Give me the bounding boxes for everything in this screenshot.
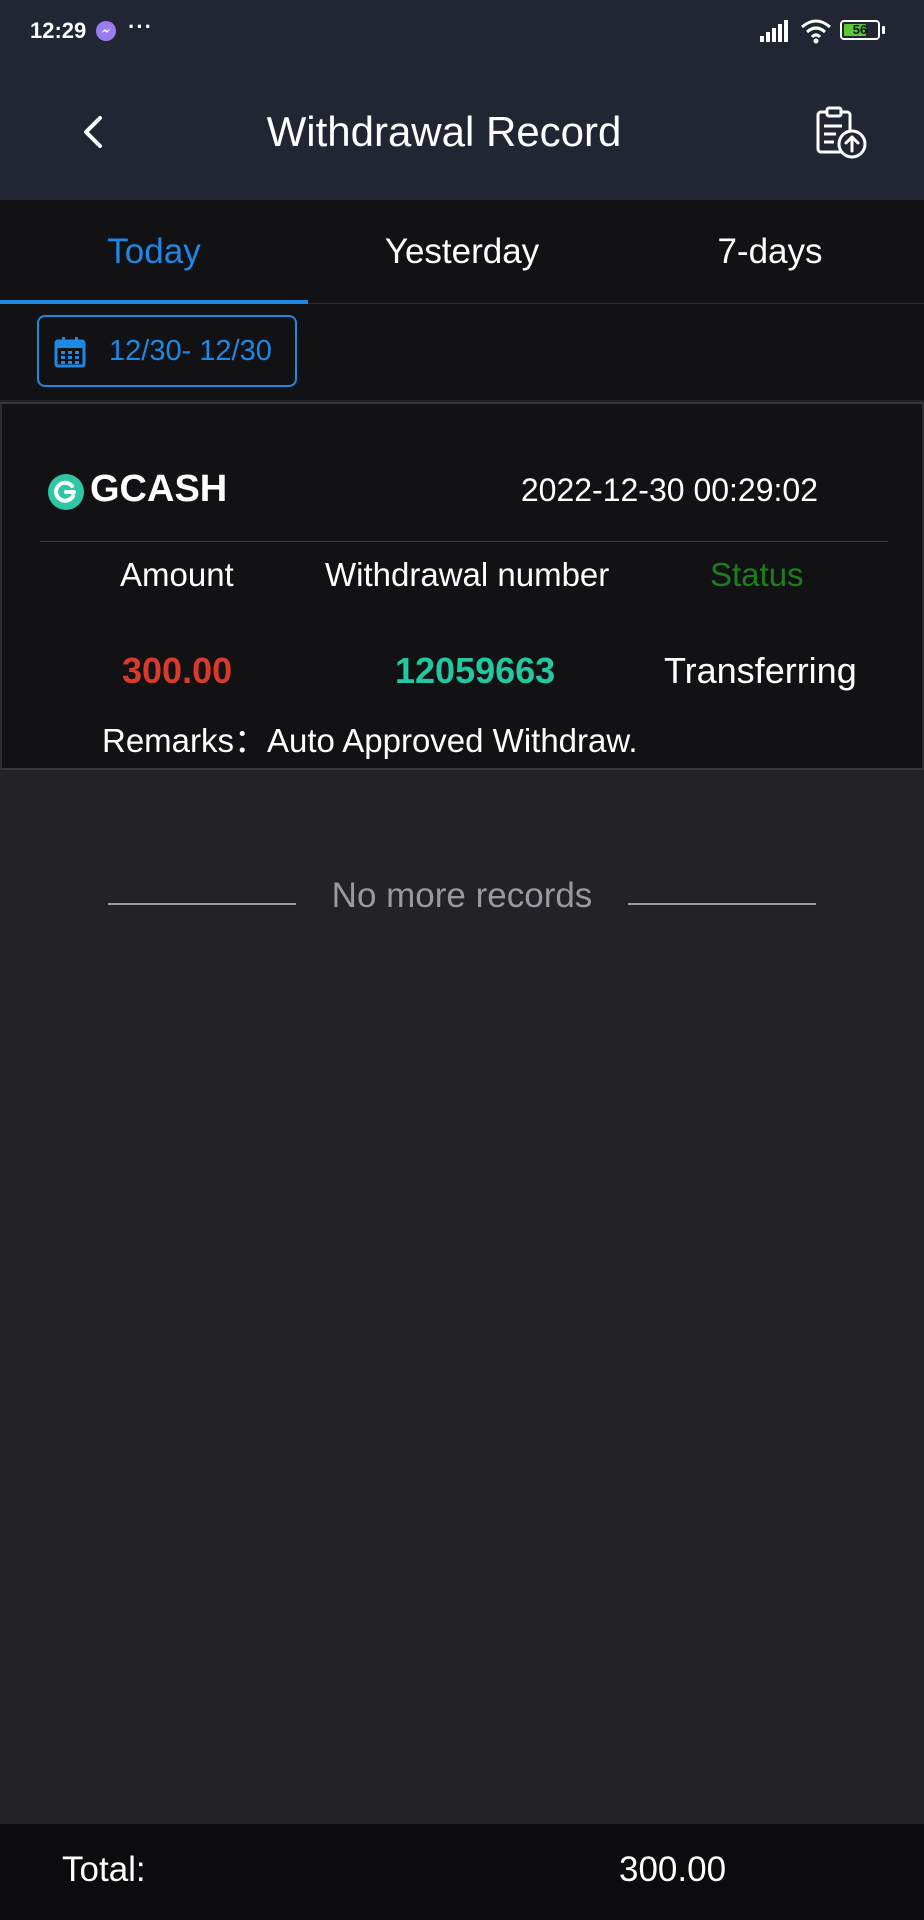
signal-icon	[760, 20, 790, 47]
messenger-icon	[96, 21, 116, 41]
app-header: Withdrawal Record	[0, 64, 924, 200]
amount-header: Amount	[120, 556, 234, 593]
date-tabs: Today Yesterday 7-days	[0, 200, 924, 304]
divider	[40, 541, 888, 542]
divider-right	[628, 903, 816, 905]
total-value: 300.00	[619, 1850, 727, 1889]
page-title: Withdrawal Record	[266, 108, 622, 155]
tab-yesterday[interactable]: Yesterday	[308, 200, 616, 304]
no-more-records: No more records	[0, 876, 924, 926]
tab-today[interactable]: Today	[0, 200, 308, 304]
date-filter-row: 12/30- 12/30	[0, 304, 924, 400]
battery-icon: 56	[840, 20, 880, 40]
export-record-button[interactable]	[812, 104, 870, 162]
remarks: Remarks：Auto Approved Withdraw.	[102, 722, 638, 759]
more-notifications-icon: ···	[128, 14, 153, 39]
wifi-icon	[800, 18, 832, 49]
clipboard-upload-icon	[816, 106, 867, 159]
amount-value: 300.00	[122, 650, 233, 691]
battery-level: 56	[852, 22, 868, 37]
date-range-button[interactable]: 12/30- 12/30	[37, 315, 297, 387]
date-range-label: 12/30- 12/30	[109, 335, 272, 367]
total-footer: Total: 300.00	[0, 1824, 924, 1920]
no-more-records-label: No more records	[331, 876, 593, 915]
status-bar: 12:29 ··· 56	[0, 0, 924, 64]
withdrawal-record-card[interactable]: GCASH 2022-12-30 00:29:02 Amount Withdra…	[0, 402, 924, 770]
status-time: 12:29	[30, 18, 87, 43]
withdrawal-number-value: 12059663	[395, 650, 556, 691]
record-datetime: 2022-12-30 00:29:02	[520, 472, 818, 508]
gcash-logo-icon	[48, 474, 84, 510]
withdrawal-number-header: Withdrawal number	[325, 556, 610, 593]
tab-7-days[interactable]: 7-days	[616, 200, 924, 304]
total-label: Total:	[62, 1850, 146, 1889]
status-value: Transferring	[664, 650, 857, 691]
calendar-icon	[53, 335, 87, 374]
divider-left	[108, 903, 296, 905]
status-header: Status	[710, 556, 804, 593]
payment-method: GCASH	[90, 468, 228, 510]
